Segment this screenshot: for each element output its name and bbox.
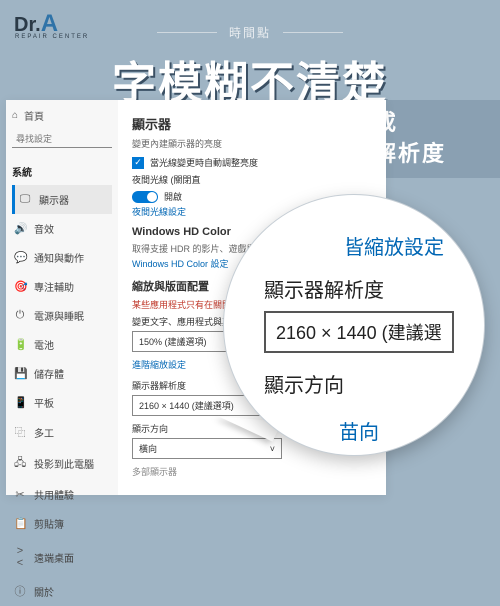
sidebar-item-label: 通知與動作 [34,250,84,265]
sidebar-item-label: 電源與睡眠 [34,308,84,323]
sidebar-item-label: 遠端桌面 [34,550,74,565]
auto-brightness-checkbox[interactable]: ✓ 當光線變更時自動調整亮度 [132,156,372,169]
multi-display-link[interactable]: 多部顯示器 [132,465,372,478]
sidebar-item-remote[interactable]: >< 遠端桌面 [12,538,112,576]
sidebar-item-tablet[interactable]: 📱 平板 [12,388,112,417]
sidebar-item-label: 音效 [34,221,54,236]
sidebar-item-focus[interactable]: 🎯 專注輔助 [12,272,112,301]
sidebar-item-label: 關於 [34,584,54,599]
sidebar-item-icon: 💬 [14,251,26,264]
sidebar-item-icon: 🔋 [14,338,26,351]
sidebar-item-icon: 🔊 [14,222,26,235]
resolution-value: 2160 × 1440 (建議選項) [139,399,234,412]
sidebar-item-icon: ⓘ [14,583,26,599]
sidebar-item-notifications[interactable]: 💬 通知與動作 [12,243,112,272]
sidebar-item-share[interactable]: ✂共用體驗 [12,480,112,509]
toggle-state-label: 開啟 [164,190,182,203]
sidebar-item-icon: ⿻ [14,424,26,440]
sidebar-item-label: 多工 [34,425,54,440]
sidebar-item-icon: 🖵 [19,193,31,206]
sidebar-home-label: 首頁 [24,108,44,123]
sidebar-item-icon: 🎯 [14,280,26,293]
toggle-icon [132,191,158,203]
sidebar-item-label: 電池 [34,337,54,352]
sidebar-item-label: 專注輔助 [34,279,74,294]
sidebar-item-icon: 📱 [14,396,26,409]
sidebar-item-battery[interactable]: 🔋 電池 [12,330,112,359]
search-input[interactable] [12,131,112,148]
auto-brightness-label: 當光線變更時自動調整亮度 [150,156,258,169]
orientation-value: 橫向 [139,442,157,455]
sidebar-item-icon: 📋 [14,517,26,530]
sidebar-item-label: 投影到此電腦 [34,456,94,471]
mag-resolution-value: 2160 × 1440 (建議選 [276,323,442,343]
night-light-label: 夜間光線 (關閉直 [132,173,372,186]
sidebar-item-storage[interactable]: 💾 儲存體 [12,359,112,388]
sidebar-item-icon: ✂ [14,488,26,501]
settings-sidebar: ⌂ 首頁 系統 🖵 顯示器 🔊 音效 💬 通知與動作 🎯 專注輔助 ⏻ 電源與睡眠 🔋 電池 💾 儲存體 📱… [6,100,118,495]
brightness-label: 變更內建顯示器的亮度 [132,137,372,150]
magnifier-lens: 皆縮放設定 顯示器解析度 2160 × 1440 (建議選 顯示方向 苗向 [224,195,484,455]
sidebar-item-project[interactable]: 🖧 投影到此電腦 [12,447,112,480]
sidebar-category: 系統 [12,164,112,179]
sidebar-item-label: 顯示器 [39,192,69,207]
sidebar-item-label: 儲存體 [34,366,64,381]
sidebar-home[interactable]: ⌂ 首頁 [12,108,112,123]
sidebar-item-icon: 🖧 [14,454,26,473]
sidebar-item-label: 平板 [34,395,54,410]
heading-block: 時間點 字模糊不清楚 [0,24,500,111]
mag-resolution-label: 顯示器解析度 [264,274,454,303]
sidebar-item-icon: 💾 [14,367,26,380]
chevron-down-icon: ˅ [270,444,275,454]
mag-scaling-link: 皆縮放設定 [264,231,454,260]
section-display-title: 顯示器 [132,114,372,133]
sidebar-item-power[interactable]: ⏻ 電源與睡眠 [12,301,112,330]
sidebar-item-about[interactable]: ⓘ 關於 [12,576,112,606]
sidebar-item-sound[interactable]: 🔊 音效 [12,214,112,243]
sidebar-item-icon: >< [14,545,26,569]
orientation-dropdown[interactable]: 橫向 ˅ [132,438,282,459]
sidebar-list: 🖵顯示器🔊音效💬通知與動作🎯專注輔助⏻電源與睡眠🔋電池💾儲存體📱平板⿻多工🖧投影… [12,185,112,606]
sidebar-item-clipboard[interactable]: 📋 剪貼簿 [12,509,112,538]
home-icon: ⌂ [12,110,18,121]
time-label: 時間點 [0,24,500,41]
sidebar-item-display[interactable]: 🖵 顯示器 [12,185,112,214]
sidebar-item-multitask[interactable]: ⿻多工 [12,417,112,447]
mag-resolution-dropdown[interactable]: 2160 × 1440 (建議選 [264,311,454,353]
scale-value: 150% (建議選項) [139,335,207,348]
sidebar-item-icon: ⏻ [14,309,26,322]
sidebar-item-label: 剪貼簿 [34,516,64,531]
mag-orientation-label: 顯示方向 [264,369,454,398]
checkbox-icon: ✓ [132,157,144,169]
